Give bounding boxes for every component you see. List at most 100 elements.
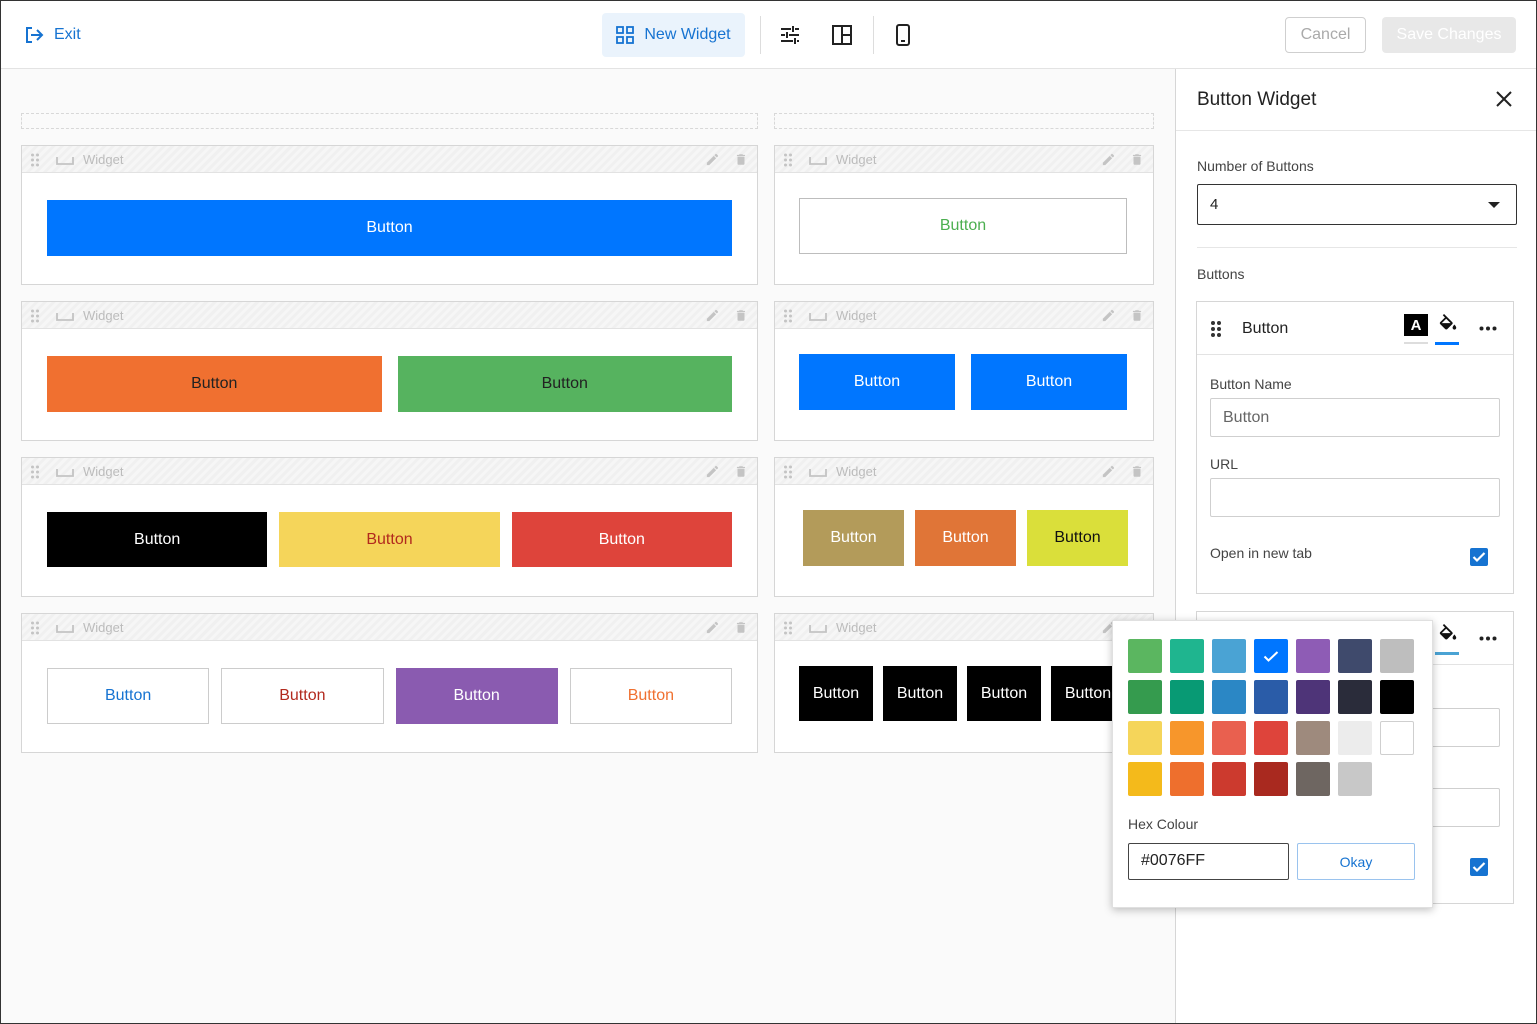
button-widget-icon xyxy=(56,313,74,321)
close-icon[interactable] xyxy=(1494,89,1514,109)
hex-colour-input[interactable]: #0076FF xyxy=(1128,843,1289,880)
mobile-preview-button[interactable] xyxy=(888,20,918,50)
text-color-button[interactable]: A xyxy=(1404,314,1428,345)
okay-button[interactable]: Okay xyxy=(1297,843,1415,880)
trash-icon[interactable] xyxy=(1130,152,1144,167)
color-swatch[interactable] xyxy=(1338,762,1372,796)
widget-button[interactable]: Button xyxy=(883,666,957,721)
widget-button[interactable]: Button xyxy=(511,512,732,567)
more-options-icon[interactable] xyxy=(1479,636,1497,641)
widget-button[interactable]: Button xyxy=(803,510,904,566)
color-swatch[interactable] xyxy=(1212,762,1246,796)
edit-icon[interactable] xyxy=(705,308,720,323)
edit-icon[interactable] xyxy=(1101,152,1116,167)
drag-handle-icon[interactable] xyxy=(783,309,793,323)
color-swatch[interactable] xyxy=(1338,639,1372,673)
color-swatch[interactable] xyxy=(1170,639,1204,673)
settings-sliders-button[interactable] xyxy=(775,20,805,50)
widget-button[interactable]: Button xyxy=(221,668,384,724)
color-swatch[interactable] xyxy=(1296,762,1330,796)
widget-header: Widget xyxy=(775,146,1153,173)
color-swatch[interactable] xyxy=(1170,721,1204,755)
widget-button[interactable]: Button xyxy=(47,356,382,412)
fill-color-button[interactable] xyxy=(1435,624,1461,655)
trash-icon[interactable] xyxy=(1130,308,1144,323)
widget-title: Widget xyxy=(836,464,877,479)
color-swatch[interactable] xyxy=(1254,680,1288,714)
open-new-tab-label: Open in new tab xyxy=(1210,545,1312,561)
cancel-button[interactable]: Cancel xyxy=(1285,17,1366,53)
color-swatch[interactable] xyxy=(1128,639,1162,673)
open-new-tab-checkbox[interactable] xyxy=(1470,858,1488,876)
widget-button[interactable]: Button xyxy=(47,200,732,256)
color-swatch[interactable] xyxy=(1338,721,1372,755)
button-name-input[interactable]: Button xyxy=(1210,398,1500,437)
widget-button[interactable]: Button xyxy=(397,356,732,412)
color-swatch[interactable] xyxy=(1338,680,1372,714)
new-widget-button[interactable]: New Widget xyxy=(602,13,745,57)
widget-button[interactable]: Button xyxy=(47,668,210,724)
trash-icon[interactable] xyxy=(734,620,748,635)
widget-button[interactable]: Button xyxy=(47,512,268,567)
color-swatch[interactable] xyxy=(1212,680,1246,714)
widget-button[interactable]: Button xyxy=(395,668,558,724)
drag-handle-icon[interactable] xyxy=(1210,320,1222,338)
edit-icon[interactable] xyxy=(1101,308,1116,323)
fill-color-button[interactable] xyxy=(1435,314,1461,345)
button-widget-icon xyxy=(56,157,74,165)
button-widget-icon xyxy=(809,313,827,321)
drop-zone[interactable] xyxy=(774,113,1154,129)
color-swatch[interactable] xyxy=(1128,762,1162,796)
color-swatch[interactable] xyxy=(1296,639,1330,673)
widget-button[interactable]: Button xyxy=(569,668,732,724)
edit-icon[interactable] xyxy=(1101,464,1116,479)
color-swatch[interactable] xyxy=(1128,721,1162,755)
color-swatch[interactable] xyxy=(1380,680,1414,714)
drag-handle-icon[interactable] xyxy=(30,465,40,479)
number-of-buttons-select[interactable]: 4 xyxy=(1197,184,1517,225)
color-swatch[interactable] xyxy=(1212,721,1246,755)
panel-title: Button Widget xyxy=(1197,89,1317,110)
widget-button[interactable]: Button xyxy=(915,510,1016,566)
url-input[interactable] xyxy=(1210,478,1500,517)
color-swatch[interactable] xyxy=(1380,639,1414,673)
widget-button[interactable]: Button xyxy=(799,198,1127,254)
widget-block: Widget Button Button xyxy=(21,301,758,441)
trash-icon[interactable] xyxy=(734,152,748,167)
color-swatch[interactable] xyxy=(1170,762,1204,796)
save-changes-button[interactable]: Save Changes xyxy=(1382,17,1516,53)
edit-icon[interactable] xyxy=(705,152,720,167)
color-swatch[interactable] xyxy=(1380,721,1414,755)
color-swatch[interactable] xyxy=(1254,721,1288,755)
drag-handle-icon[interactable] xyxy=(30,153,40,167)
exit-button[interactable]: Exit xyxy=(24,22,81,48)
color-swatch[interactable] xyxy=(1254,639,1288,673)
drop-zone[interactable] xyxy=(21,113,758,129)
widget-button[interactable]: Button xyxy=(799,354,955,410)
widget-button[interactable]: Button xyxy=(1027,510,1128,566)
color-swatch[interactable] xyxy=(1296,721,1330,755)
trash-icon[interactable] xyxy=(734,308,748,323)
drag-handle-icon[interactable] xyxy=(30,309,40,323)
widget-button[interactable]: Button xyxy=(799,666,873,721)
trash-icon[interactable] xyxy=(1130,464,1144,479)
edit-icon[interactable] xyxy=(705,464,720,479)
color-swatch[interactable] xyxy=(1212,639,1246,673)
widget-button[interactable]: Button xyxy=(971,354,1127,410)
trash-icon[interactable] xyxy=(734,464,748,479)
color-swatch[interactable] xyxy=(1296,680,1330,714)
drag-handle-icon[interactable] xyxy=(30,621,40,635)
edit-icon[interactable] xyxy=(705,620,720,635)
drag-handle-icon[interactable] xyxy=(783,465,793,479)
layout-button[interactable] xyxy=(827,20,857,50)
color-swatch[interactable] xyxy=(1254,762,1288,796)
open-new-tab-checkbox[interactable] xyxy=(1470,548,1488,566)
drag-handle-icon[interactable] xyxy=(783,153,793,167)
color-swatch[interactable] xyxy=(1170,680,1204,714)
more-options-icon[interactable] xyxy=(1479,326,1497,331)
widget-button[interactable]: Button xyxy=(279,512,500,567)
toolbar-divider xyxy=(873,16,874,54)
color-swatch[interactable] xyxy=(1128,680,1162,714)
drag-handle-icon[interactable] xyxy=(783,621,793,635)
widget-button[interactable]: Button xyxy=(967,666,1041,721)
